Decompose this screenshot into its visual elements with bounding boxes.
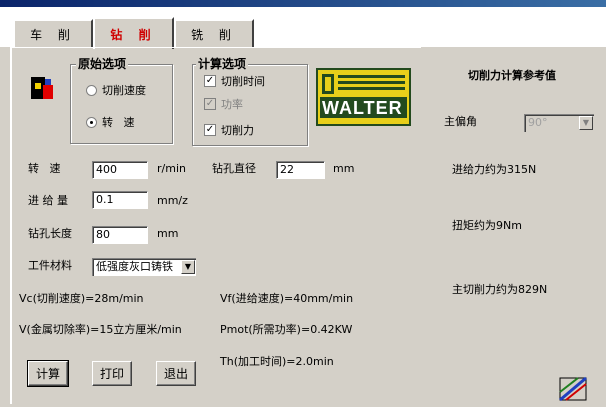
walter-logo: WALTER [316,68,411,126]
exit-button[interactable]: 退出 [156,361,196,386]
rpm-radio[interactable]: 转 速 [86,114,135,130]
chevron-down-icon[interactable]: ▼ [579,116,593,130]
vf-result: Vf(进给速度)=40mm/min [220,292,354,305]
title-bar [0,0,606,7]
cutting-force-checkbox[interactable]: ✓ 切削力 [204,122,254,138]
original-options-group [70,64,173,144]
speed-unit: r/min [157,162,186,175]
cutting-speed-radio[interactable]: 切削速度 [86,82,146,98]
radio-circle [86,84,97,96]
walter-logo-text: WALTER [322,98,403,118]
feed-input[interactable]: 0.1 [92,191,148,209]
cutting-time-label: 切削时间 [221,75,265,88]
material-value: 低强度灰口铸铁 [96,260,173,273]
cutting-force-label: 切削力 [221,124,254,137]
cutting-time-checkbox[interactable]: ✓ 切削时间 [204,73,265,89]
radio-circle [86,116,97,128]
check-icon: ✓ [204,98,216,110]
main-angle-value: 90° [528,116,548,129]
depth-input[interactable]: 80 [92,226,148,244]
main-angle-label: 主偏角 [444,115,477,128]
vc-result: Vc(切削速度)=28m/min [19,292,144,305]
th-result: Th(加工时间)=2.0min [220,355,334,368]
cutting-speed-label: 切削速度 [102,84,146,97]
power-checkbox[interactable]: ✓ 功率 [204,96,243,112]
v-result: V(金属切除率)=15立方厘米/min [19,323,182,336]
reference-title: 切削力计算参考值 [468,69,556,82]
app-icon [29,75,55,101]
main-force-text: 主切削力约为829N [452,283,548,296]
material-select[interactable]: 低强度灰口铸铁 ▼ [92,258,196,276]
material-label: 工件材料 [28,259,72,272]
depth-unit: mm [157,227,179,240]
speed-input[interactable]: 400 [92,161,148,179]
diameter-input[interactable]: 22 [276,161,325,179]
torque-text: 扭矩约为9Nm [452,219,522,232]
diameter-label: 钻孔直径 [212,162,256,175]
calculate-button[interactable]: 计算 [27,360,69,387]
feed-unit: mm/z [157,194,188,207]
power-label: 功率 [221,98,243,111]
chevron-down-icon[interactable]: ▼ [181,260,195,274]
feed-force-text: 进给力约为315N [452,163,537,176]
tab-turning[interactable]: 车 削 [13,19,93,47]
print-button[interactable]: 打印 [92,361,132,386]
tab-strip: 车 削 钻 削 铣 削 [0,7,606,49]
pmot-result: Pmot(所需功率)=0.42KW [220,323,353,336]
rpm-label: 转 速 [102,116,135,129]
calc-options-title: 计算选项 [196,55,249,72]
original-options-title: 原始选项 [76,55,129,72]
check-icon: ✓ [204,75,216,87]
depth-label: 钻孔长度 [28,227,72,240]
diameter-unit: mm [333,162,355,175]
speed-label: 转 速 [28,162,61,175]
tab-drilling[interactable]: 钻 削 [93,17,174,49]
diagram-icon [556,374,592,404]
main-angle-select[interactable]: 90° ▼ [524,114,594,132]
feed-label: 进 给 量 [28,194,68,207]
tab-milling[interactable]: 铣 削 [174,19,254,47]
check-icon: ✓ [204,124,216,136]
